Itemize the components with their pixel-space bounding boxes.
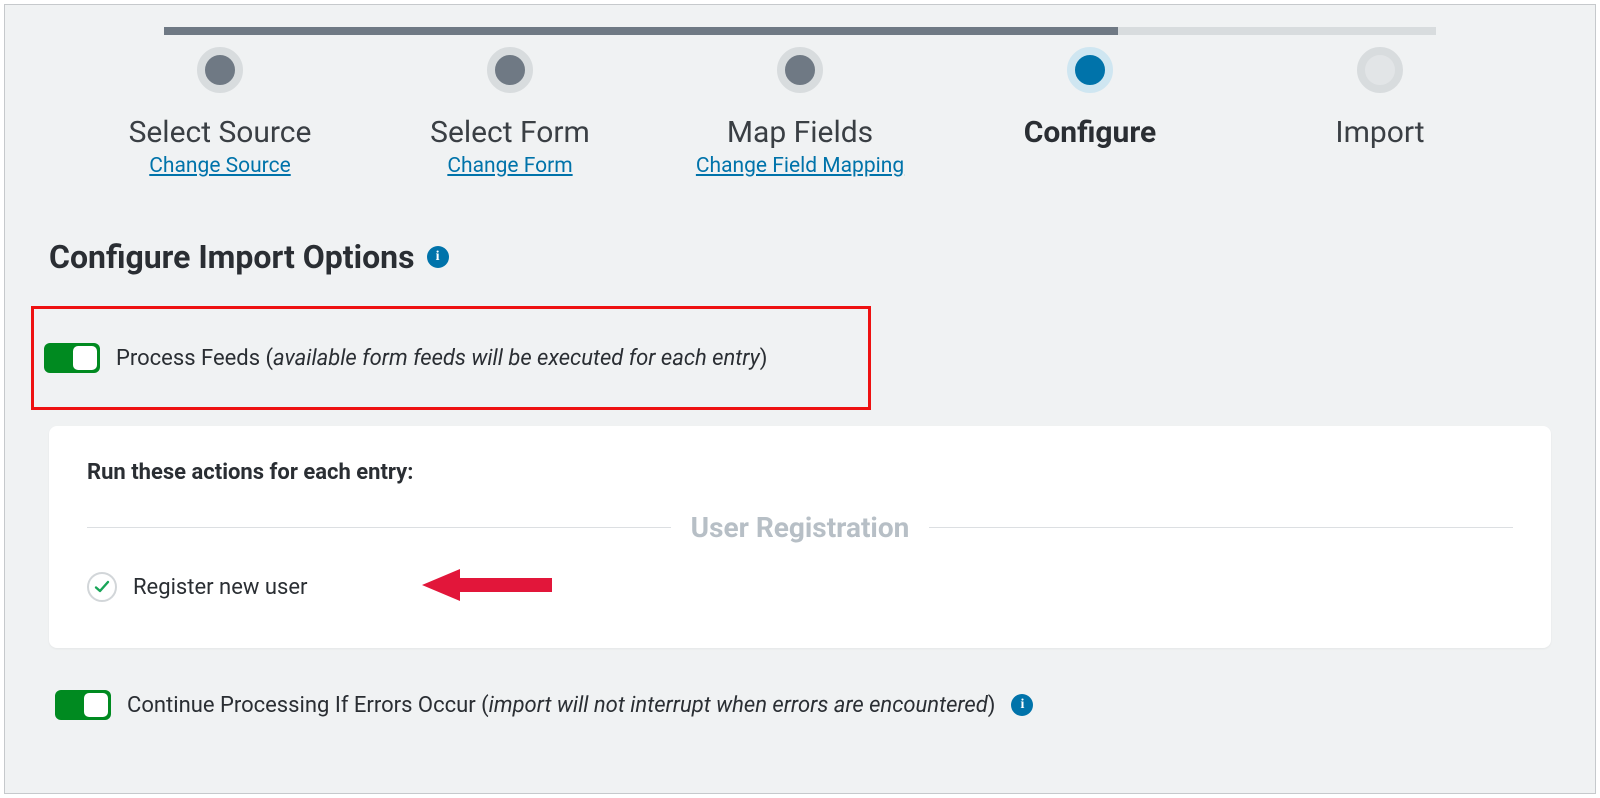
process-feeds-toggle[interactable] [44, 343, 100, 373]
continue-on-error-toggle[interactable] [55, 690, 111, 720]
toggle-knob-icon [84, 693, 108, 717]
step-connector [482, 27, 800, 35]
wizard-stepper: Select Source Change Source Select Form … [5, 5, 1595, 178]
toggle-knob-icon [73, 346, 97, 370]
page-frame: Select Source Change Source Select Form … [4, 4, 1596, 794]
step-map-fields[interactable]: Map Fields Change Field Mapping [655, 47, 945, 178]
action-label: Register new user [133, 575, 307, 600]
step-circle-icon [777, 47, 823, 93]
process-feeds-label: Process Feeds (available form feeds will… [116, 346, 767, 371]
step-label: Select Source [129, 115, 312, 150]
step-circle-icon [1067, 47, 1113, 93]
step-label: Select Form [430, 115, 590, 150]
step-select-source[interactable]: Select Source Change Source [75, 47, 365, 178]
change-field-mapping-link[interactable]: Change Field Mapping [696, 154, 904, 178]
step-select-form[interactable]: Select Form Change Form [365, 47, 655, 178]
continue-on-error-label: Continue Processing If Errors Occur (imp… [127, 693, 995, 718]
label-prefix: Process Feeds ( [116, 346, 273, 371]
actions-card: Run these actions for each entry: User R… [49, 426, 1551, 648]
step-connector [1118, 27, 1436, 35]
step-connector [164, 27, 482, 35]
step-circle-icon [197, 47, 243, 93]
action-register-new-user[interactable]: Register new user [87, 572, 1513, 602]
step-configure[interactable]: Configure [945, 47, 1235, 150]
change-source-link[interactable]: Change Source [149, 154, 290, 178]
annotation-arrow-icon [422, 565, 552, 609]
step-connector [800, 27, 1118, 35]
section-heading-text: Configure Import Options [49, 238, 415, 276]
info-icon[interactable]: i [427, 246, 449, 268]
change-form-link[interactable]: Change Form [447, 154, 572, 178]
divider-line [87, 527, 671, 528]
group-divider: User Registration [87, 511, 1513, 544]
section-heading: Configure Import Options i [49, 238, 1551, 276]
step-label: Map Fields [727, 115, 873, 150]
actions-heading: Run these actions for each entry: [87, 460, 1513, 485]
checkmark-icon [87, 572, 117, 602]
info-icon[interactable]: i [1011, 694, 1033, 716]
continue-on-error-row: Continue Processing If Errors Occur (imp… [49, 676, 1551, 734]
step-label: Configure [1024, 115, 1157, 150]
divider-line [929, 527, 1513, 528]
process-feeds-row: Process Feeds (available form feeds will… [31, 306, 871, 410]
step-label: Import [1335, 115, 1424, 150]
label-prefix: Continue Processing If Errors Occur ( [127, 693, 489, 718]
step-import[interactable]: Import [1235, 47, 1525, 150]
label-italic: import will not interrupt when errors ar… [489, 693, 988, 718]
step-circle-icon [487, 47, 533, 93]
configure-panel: Configure Import Options i Process Feeds… [5, 178, 1595, 734]
label-italic: available form feeds will be executed fo… [273, 346, 760, 371]
group-label: User Registration [691, 511, 910, 544]
step-circle-icon [1357, 47, 1403, 93]
label-suffix: ) [988, 693, 996, 718]
label-suffix: ) [760, 346, 768, 371]
